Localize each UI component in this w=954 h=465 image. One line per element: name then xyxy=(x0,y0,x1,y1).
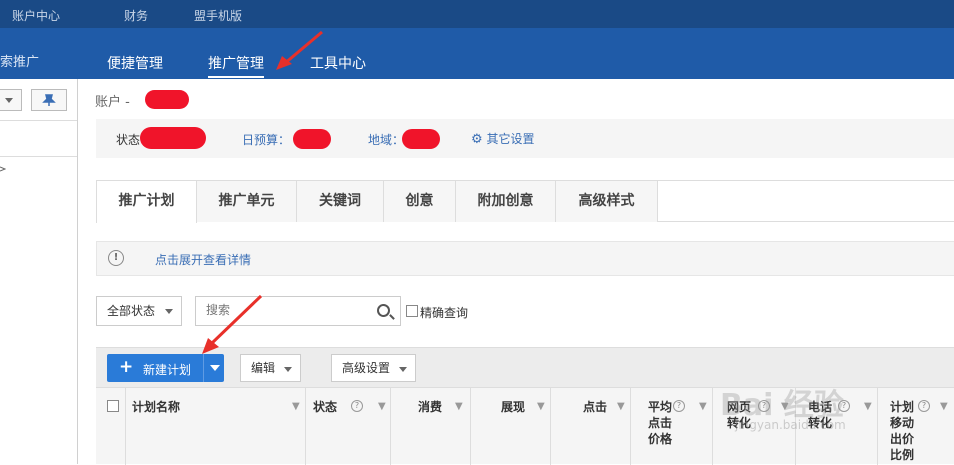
expand-details-link[interactable]: 点击展开查看详情 xyxy=(155,251,251,268)
search-box xyxy=(195,296,401,326)
pin-button[interactable] xyxy=(31,89,67,111)
redaction-mark xyxy=(402,129,440,149)
sort-icon[interactable]: ▼ xyxy=(617,401,625,412)
new-plan-button[interactable]: + 新建计划 xyxy=(107,354,224,382)
action-toolbar: + 新建计划 编辑 高级设置 xyxy=(96,347,954,387)
new-plan-label: 新建计划 xyxy=(143,363,192,377)
tab-unit[interactable]: 推广单元 xyxy=(197,181,297,222)
region-label[interactable]: 地域： xyxy=(368,131,404,148)
tab-keyword[interactable]: 关键词 xyxy=(297,181,384,222)
sidebar-toolbar xyxy=(0,79,77,121)
sidebar-dropdown-button[interactable] xyxy=(0,89,22,111)
col-clicks[interactable]: 点击 ▼ xyxy=(551,388,631,465)
col-plan-name-label: 计划名称 xyxy=(132,400,181,414)
col-cost[interactable]: 消费 ▼ xyxy=(391,388,471,465)
sort-icon[interactable]: ▼ xyxy=(781,401,789,412)
help-icon[interactable]: ? xyxy=(838,400,850,412)
select-all-checkbox[interactable] xyxy=(107,400,119,412)
search-icon[interactable] xyxy=(377,304,390,317)
account-info-bar: 状态 日预算： 地域： ⚙ 其它设置 xyxy=(96,119,954,158)
col-plan-name[interactable]: 计划名称 ▼ xyxy=(126,388,306,465)
status-label: 状态 xyxy=(116,133,141,147)
help-icon[interactable]: ? xyxy=(758,400,770,412)
col-mobile-bid-ratio[interactable]: 计划 移动 出价 比例 ? ▼ xyxy=(878,388,954,465)
topbar-finance[interactable]: 财务 xyxy=(124,7,148,24)
search-input[interactable] xyxy=(206,303,366,317)
sort-icon[interactable]: ▼ xyxy=(378,401,386,412)
tab-creative[interactable]: 创意 xyxy=(384,181,456,222)
top-bar: 账户中心 财务 盟手机版 xyxy=(0,0,954,28)
col-status[interactable]: 状态 ? ▼ xyxy=(306,388,391,465)
sort-icon[interactable]: ▼ xyxy=(940,401,948,412)
col-phone-conversion-label: 电话 转化 xyxy=(808,400,833,430)
col-cost-label: 消费 xyxy=(418,400,443,414)
edit-label: 编辑 xyxy=(251,361,276,375)
col-avg-cpc[interactable]: 平均 点击 价格 ? ▼ xyxy=(631,388,713,465)
sort-icon[interactable]: ▼ xyxy=(864,401,872,412)
chevron-down-icon[interactable] xyxy=(210,365,220,371)
tab-plan[interactable]: 推广计划 xyxy=(96,181,197,223)
main-nav: 索推广 便捷管理 推广管理 工具中心 xyxy=(0,28,954,79)
topbar-mobile[interactable]: 盟手机版 xyxy=(194,7,242,24)
help-icon[interactable]: ? xyxy=(673,400,685,412)
sidebar-divider xyxy=(0,156,77,157)
info-icon: ! xyxy=(108,250,124,266)
exact-query-label: 精确查询 xyxy=(420,306,469,320)
plus-icon: + xyxy=(119,357,134,377)
status-filter-value: 全部状态 xyxy=(107,304,156,318)
advanced-settings-select[interactable]: 高级设置 xyxy=(331,354,416,382)
chevron-down-icon xyxy=(165,309,173,314)
notice-bar: ! 点击展开查看详情 xyxy=(96,241,954,276)
tree-glyph-icon xyxy=(0,166,7,172)
col-web-conversion-label: 网页 转化 xyxy=(727,400,752,430)
status-filter-select[interactable]: 全部状态 xyxy=(96,296,182,326)
sort-icon[interactable]: ▼ xyxy=(292,401,300,412)
redaction-mark xyxy=(145,90,189,109)
help-icon[interactable]: ? xyxy=(351,400,363,412)
chevron-down-icon xyxy=(5,98,13,103)
help-icon[interactable]: ? xyxy=(918,400,930,412)
edit-select[interactable]: 编辑 xyxy=(240,354,301,382)
chevron-down-icon xyxy=(284,367,292,372)
col-clicks-label: 点击 xyxy=(583,400,608,414)
sort-icon[interactable]: ▼ xyxy=(537,401,545,412)
col-phone-conversion[interactable]: 电话 转化 ? ▼ xyxy=(796,388,878,465)
chevron-down-icon xyxy=(399,367,407,372)
account-label: 账户 - xyxy=(95,95,130,110)
col-impressions[interactable]: 展现 ▼ xyxy=(471,388,551,465)
topbar-account-center[interactable]: 账户中心 xyxy=(12,7,60,24)
gear-icon: ⚙ xyxy=(471,132,483,147)
tab-tool-center[interactable]: 工具中心 xyxy=(310,53,366,76)
col-avg-cpc-label: 平均 点击 价格 xyxy=(648,400,673,446)
other-settings-label: 其它设置 xyxy=(486,132,535,146)
redaction-mark xyxy=(140,127,206,149)
sort-icon[interactable]: ▼ xyxy=(699,401,707,412)
button-separator xyxy=(203,354,204,382)
col-mobile-bid-ratio-label: 计划 移动 出价 比例 xyxy=(890,400,915,462)
tab-promotion-manage[interactable]: 推广管理 xyxy=(208,53,264,78)
pin-icon xyxy=(42,94,56,106)
sidebar-tree-item[interactable] xyxy=(0,165,7,180)
col-status-label: 状态 xyxy=(313,400,338,414)
table-header-select xyxy=(96,388,126,465)
table-header: 计划名称 ▼ 状态 ? ▼ 消费 ▼ 展现 ▼ 点击 ▼ 平均 点击 价格 ? … xyxy=(96,387,954,465)
other-settings-button[interactable]: ⚙ 其它设置 xyxy=(471,130,535,147)
advanced-settings-label: 高级设置 xyxy=(342,361,391,375)
col-impressions-label: 展现 xyxy=(501,400,526,414)
brand-label: 索推广 xyxy=(0,55,40,70)
sort-icon[interactable]: ▼ xyxy=(455,401,463,412)
main-content: 账户 - 状态 日预算： 地域： ⚙ 其它设置 推广计划 推广单元 关键词 创意… xyxy=(79,79,954,465)
col-web-conversion[interactable]: 网页 转化 ? ▼ xyxy=(713,388,796,465)
content-tabs: 推广计划 推广单元 关键词 创意 附加创意 高级样式 xyxy=(96,180,954,223)
tab-advanced-style[interactable]: 高级样式 xyxy=(556,181,658,222)
sidebar xyxy=(0,79,78,464)
budget-label[interactable]: 日预算： xyxy=(242,131,290,148)
tab-quick-manage[interactable]: 便捷管理 xyxy=(107,53,163,76)
redaction-mark xyxy=(293,129,331,149)
exact-query-checkbox[interactable] xyxy=(406,305,418,317)
tab-extra-creative[interactable]: 附加创意 xyxy=(456,181,556,222)
